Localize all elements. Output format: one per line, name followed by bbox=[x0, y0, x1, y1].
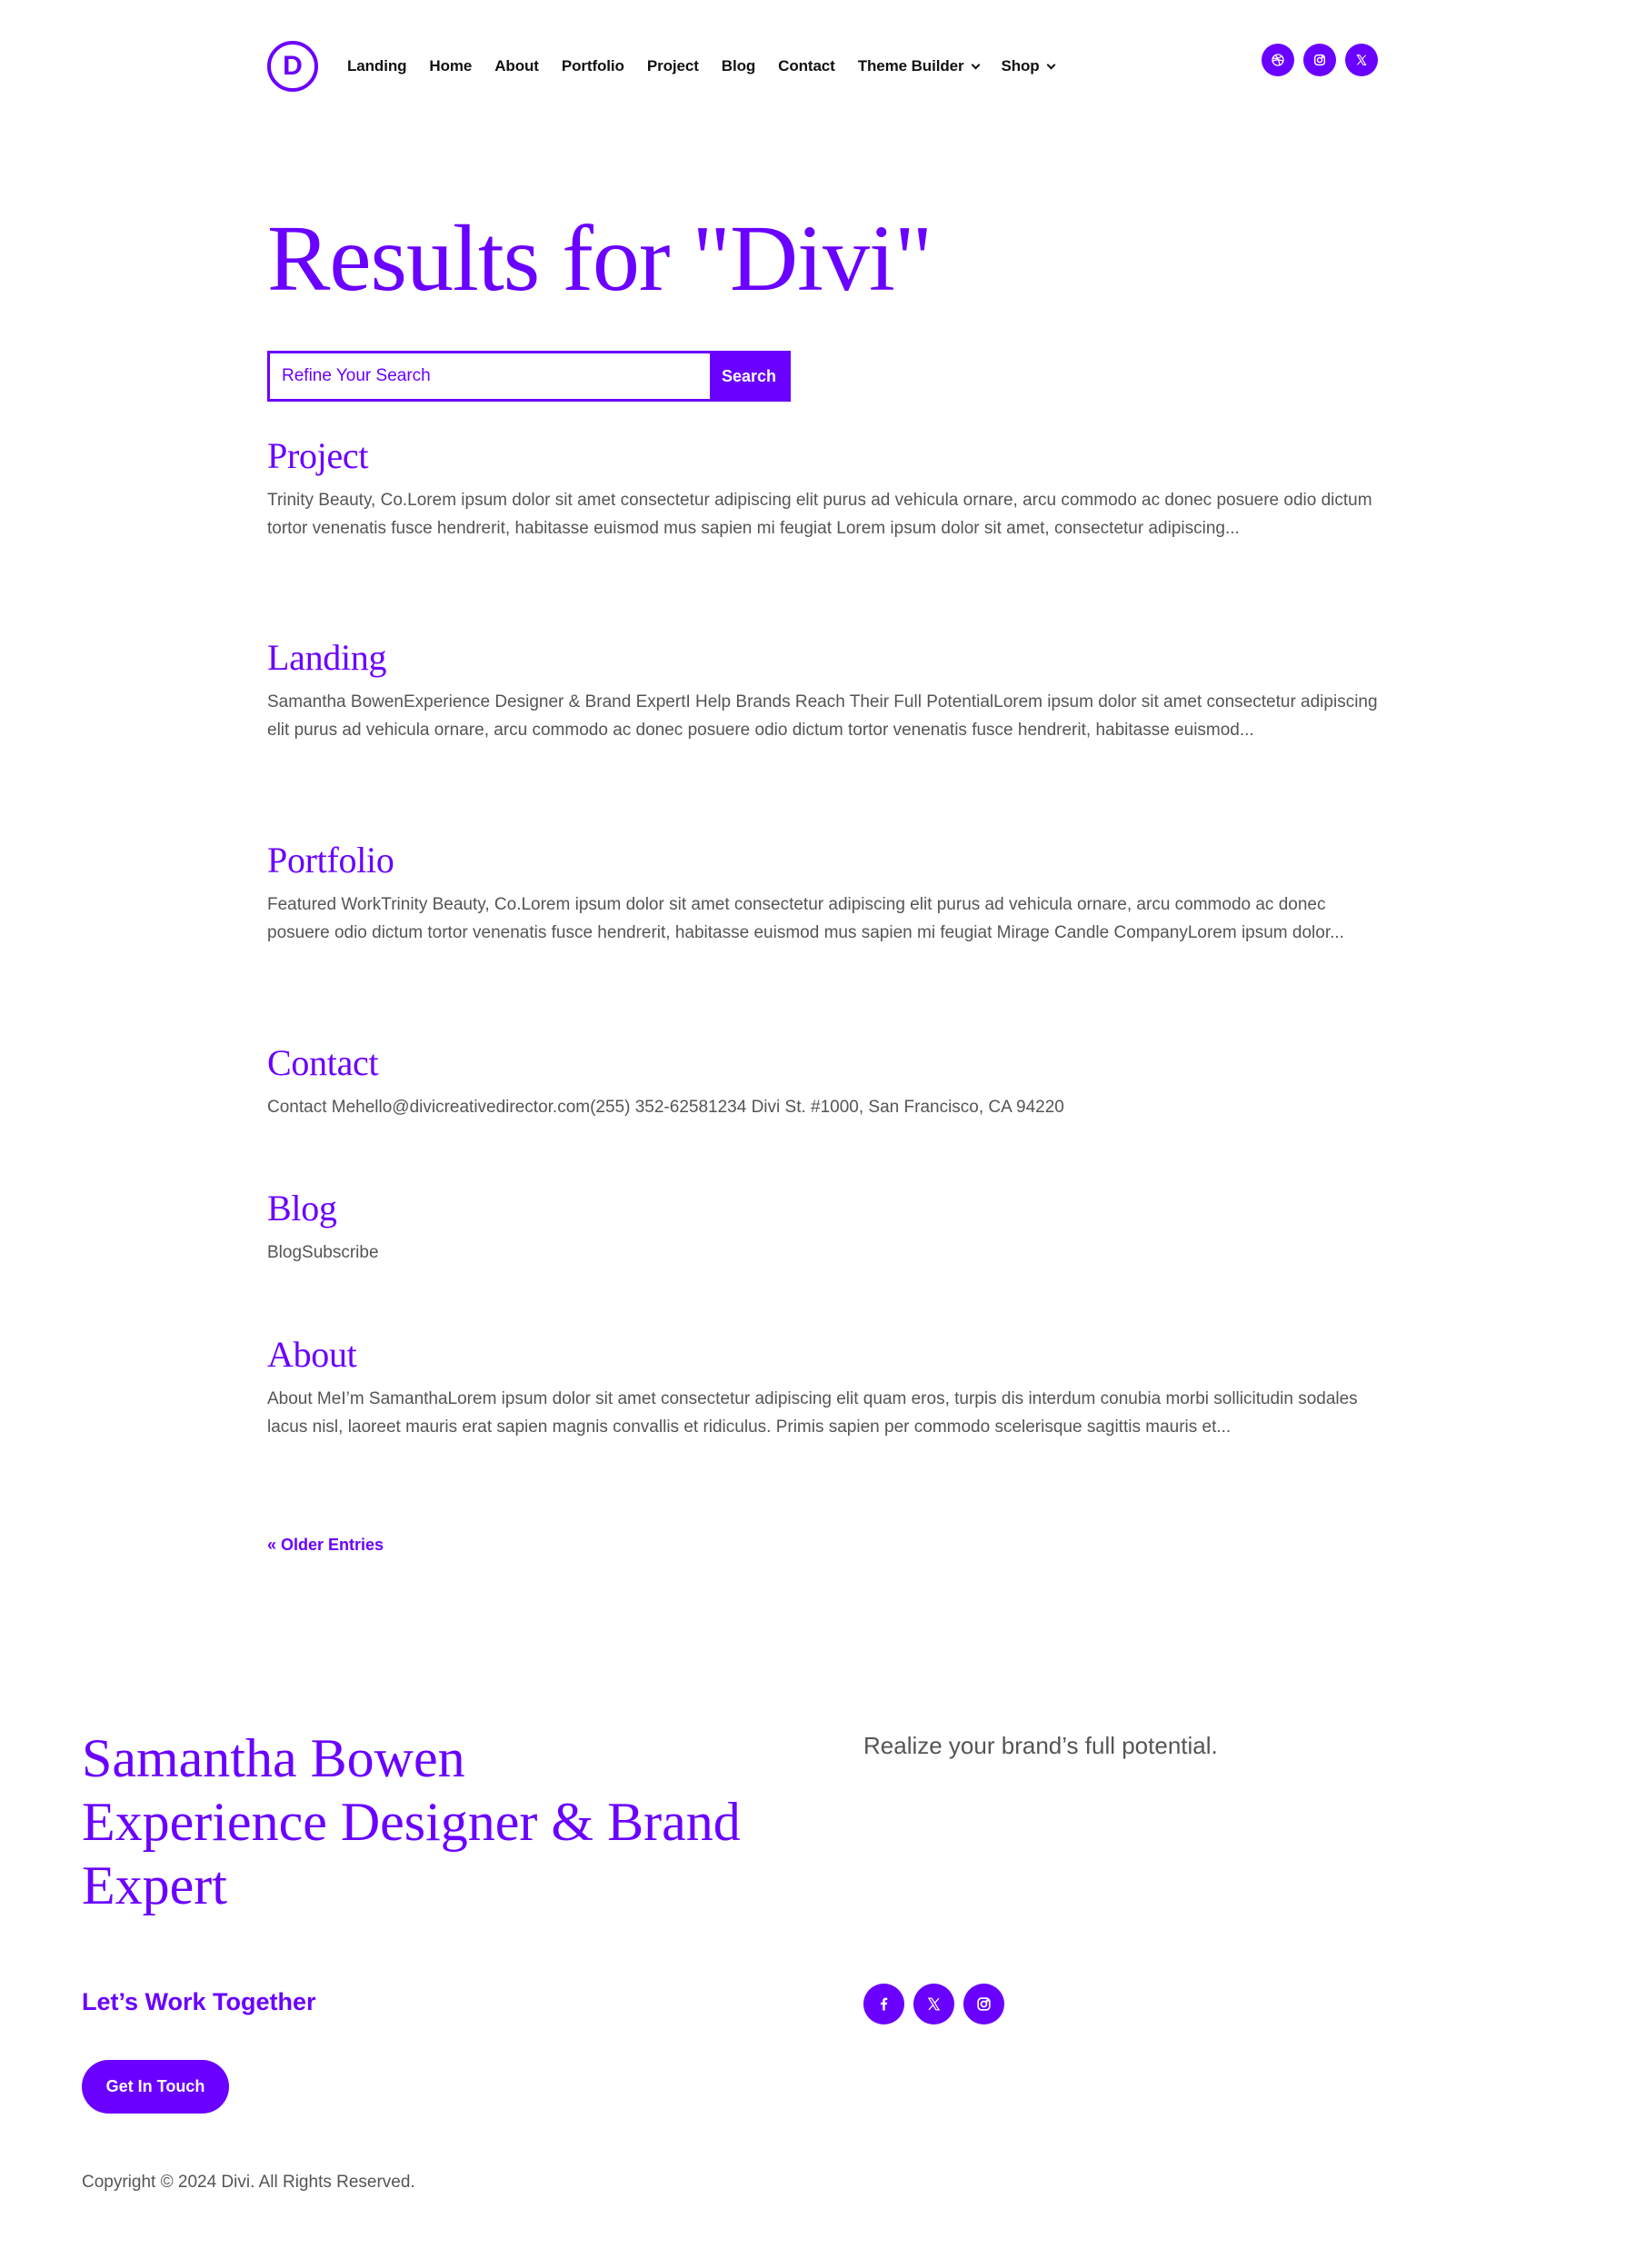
nav-label: Landing bbox=[347, 57, 407, 75]
older-entries-link[interactable]: « Older Entries bbox=[267, 1536, 384, 1555]
result-excerpt: BlogSubscribe bbox=[267, 1243, 379, 1262]
facebook-link[interactable] bbox=[863, 1984, 904, 2024]
nav-label: Project bbox=[646, 57, 699, 75]
result-title: Blog bbox=[267, 1187, 1378, 1230]
logo-letter: D bbox=[283, 50, 303, 81]
copyright-text: Copyright © 2024 Divi. All Rights Reserv… bbox=[82, 2173, 415, 2192]
x-twitter-link[interactable] bbox=[1345, 44, 1378, 76]
search-result: Landing Samantha BowenExperience Designe… bbox=[267, 636, 1378, 744]
instagram-icon bbox=[1313, 54, 1326, 66]
result-title-link[interactable]: Project bbox=[267, 435, 369, 476]
search-result: Contact Contact Mehello@divicreativedire… bbox=[267, 1041, 1378, 1121]
result-excerpt: Contact Mehello@divicreativedirector.com… bbox=[267, 1098, 1064, 1117]
result-title: Portfolio bbox=[267, 839, 1378, 882]
result-title: Landing bbox=[267, 636, 1378, 680]
result-title: Contact bbox=[267, 1041, 1378, 1085]
instagram-link[interactable] bbox=[1303, 44, 1336, 76]
nav-item-contact[interactable]: Contact bbox=[778, 57, 835, 75]
instagram-link[interactable] bbox=[963, 1984, 1004, 2024]
nav-label: Blog bbox=[721, 57, 756, 75]
nav-label: Shop bbox=[1001, 57, 1040, 75]
nav-item-theme-builder[interactable]: Theme Builder bbox=[857, 57, 980, 75]
search-result: Project Trinity Beauty, Co.Lorem ipsum d… bbox=[267, 434, 1378, 542]
chevron-down-icon bbox=[1046, 60, 1056, 69]
x-twitter-link[interactable] bbox=[913, 1984, 954, 2024]
nav-item-shop[interactable]: Shop bbox=[1001, 57, 1056, 75]
cta-heading: Let’s Work Together bbox=[82, 1988, 316, 2015]
instagram-icon bbox=[977, 1997, 991, 2011]
nav-item-project[interactable]: Project bbox=[647, 57, 699, 75]
result-excerpt: About MeI’m SamanthaLorem ipsum dolor si… bbox=[267, 1389, 1358, 1437]
result-title-link[interactable]: About bbox=[267, 1334, 357, 1375]
main-nav: Landing Home About Portfolio Project Blo… bbox=[347, 55, 1077, 77]
result-title-link[interactable]: Portfolio bbox=[267, 840, 394, 880]
search-button[interactable]: Search bbox=[710, 353, 788, 399]
nav-item-landing[interactable]: Landing bbox=[347, 57, 407, 75]
x-twitter-icon bbox=[927, 1997, 941, 2011]
result-title: About bbox=[267, 1333, 1378, 1377]
chevron-down-icon bbox=[971, 60, 980, 69]
search-result: About About MeI’m SamanthaLorem ipsum do… bbox=[267, 1333, 1378, 1441]
nav-item-blog[interactable]: Blog bbox=[722, 57, 755, 75]
footer-name-heading: Samantha Bowen Experience Designer & Bra… bbox=[82, 1726, 773, 1917]
nav-label: Theme Builder bbox=[857, 57, 964, 75]
get-in-touch-button[interactable]: Get In Touch bbox=[82, 2060, 229, 2114]
site-logo[interactable]: D bbox=[267, 41, 318, 92]
result-title-link[interactable]: Blog bbox=[267, 1188, 337, 1228]
result-excerpt: Trinity Beauty, Co.Lorem ipsum dolor sit… bbox=[267, 491, 1372, 538]
site-header: D Landing Home About Portfolio Project B… bbox=[0, 0, 1636, 136]
search-result: Portfolio Featured WorkTrinity Beauty, C… bbox=[267, 839, 1378, 947]
search-form: Search bbox=[267, 351, 791, 402]
footer-social-links bbox=[863, 1984, 1004, 2024]
x-twitter-icon bbox=[1356, 55, 1367, 65]
result-title-link[interactable]: Landing bbox=[267, 637, 387, 678]
result-excerpt: Featured WorkTrinity Beauty, Co.Lorem ip… bbox=[267, 895, 1344, 942]
nav-label: About bbox=[494, 57, 539, 75]
result-title: Project bbox=[267, 434, 1378, 478]
nav-label: Home bbox=[429, 57, 473, 75]
header-social-links bbox=[1262, 44, 1378, 76]
search-result: Blog BlogSubscribe bbox=[267, 1187, 1378, 1267]
footer-role: Experience Designer & Brand Expert bbox=[82, 1792, 741, 1915]
dribbble-icon bbox=[1272, 54, 1284, 66]
nav-label: Portfolio bbox=[561, 57, 624, 75]
page-title: Results for "Divi" bbox=[267, 206, 933, 311]
nav-item-about[interactable]: About bbox=[494, 57, 539, 75]
result-excerpt: Samantha BowenExperience Designer & Bran… bbox=[267, 692, 1378, 740]
dribbble-link[interactable] bbox=[1262, 44, 1294, 76]
nav-item-home[interactable]: Home bbox=[429, 57, 472, 75]
search-input[interactable] bbox=[270, 353, 710, 399]
facebook-icon bbox=[881, 1997, 888, 2011]
result-title-link[interactable]: Contact bbox=[267, 1042, 379, 1083]
footer-name: Samantha Bowen bbox=[82, 1728, 465, 1788]
nav-label: Contact bbox=[778, 57, 835, 75]
nav-item-portfolio[interactable]: Portfolio bbox=[562, 57, 624, 75]
footer-tagline: Realize your brand’s full potential. bbox=[863, 1732, 1218, 1759]
